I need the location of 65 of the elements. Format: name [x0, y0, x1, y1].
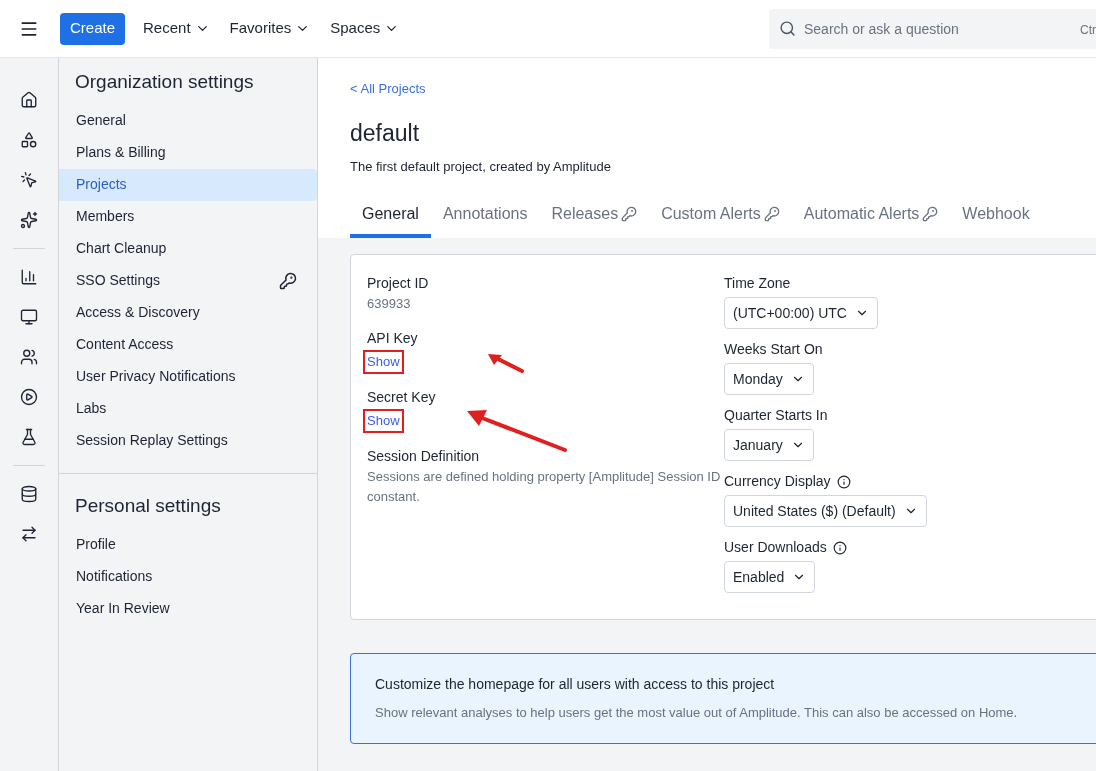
sparkles-icon[interactable]: [20, 211, 38, 229]
project-description: The first default project, created by Amplitude: [350, 157, 612, 176]
sidebar-item[interactable]: Labs: [59, 392, 317, 425]
dropdown[interactable]: Enabled: [724, 561, 816, 593]
nav-menu[interactable]: Favorites: [229, 17, 311, 40]
tab[interactable]: Releases: [539, 194, 650, 238]
shapes-icon[interactable]: [20, 131, 38, 149]
pointer-click-icon[interactable]: [20, 171, 38, 189]
sidebar-item[interactable]: Chart Cleanup: [59, 232, 317, 265]
monitor-icon[interactable]: [20, 308, 38, 326]
field-label: Quarter Starts In: [724, 406, 828, 425]
dropdown[interactable]: (UTC+00:00) UTC: [724, 297, 878, 329]
field-label: Time Zone: [724, 274, 791, 293]
tab[interactable]: Annotations: [430, 194, 540, 238]
sidebar-item[interactable]: Session Replay Settings: [59, 424, 317, 457]
field-label: Secret Key: [367, 388, 437, 407]
field-label: Project ID: [367, 274, 430, 293]
nav-menu[interactable]: Spaces: [330, 17, 400, 40]
users-icon[interactable]: [20, 348, 38, 366]
tab[interactable]: General: [350, 194, 431, 238]
field-label: Weeks Start On: [724, 340, 823, 359]
field-value: 639933: [367, 295, 412, 313]
sidebar-item[interactable]: User Privacy Notifications: [59, 360, 317, 393]
project-title: default: [350, 119, 421, 148]
field-label: User Downloads: [724, 538, 827, 557]
search-icon: [779, 19, 796, 37]
flask-icon[interactable]: [20, 428, 38, 446]
dropdown[interactable]: United States ($) (Default): [724, 495, 927, 527]
show-link[interactable]: Show: [365, 411, 402, 431]
tab[interactable]: Webhook: [950, 194, 1042, 238]
show-link[interactable]: Show: [365, 352, 402, 372]
sidebar-item[interactable]: SSO Settings: [59, 264, 317, 297]
annotation-arrow: [486, 353, 526, 375]
shortcut-hint: Ctr: [1080, 21, 1096, 39]
info-icon[interactable]: [832, 540, 847, 555]
field-label: API Key: [367, 329, 419, 348]
nav-menu[interactable]: Recent: [143, 17, 210, 40]
field-value: Sessions are defined holding property [Amplitude] Session ID constant.: [367, 468, 722, 506]
back-link[interactable]: < All Projects: [350, 81, 426, 96]
tab[interactable]: Automatic Alerts: [791, 194, 951, 238]
sidebar-item[interactable]: Members: [59, 200, 317, 233]
section-title: Organization settings: [74, 70, 255, 94]
sidebar-item[interactable]: Access & Discovery: [59, 296, 317, 329]
dropdown[interactable]: January: [724, 429, 814, 461]
sidebar-item[interactable]: Notifications: [59, 560, 317, 592]
sidebar-item[interactable]: Plans & Billing: [59, 136, 317, 169]
sidebar-item[interactable]: Content Access: [59, 328, 317, 361]
tab[interactable]: Custom Alerts: [649, 194, 792, 238]
sidebar-item[interactable]: General: [59, 104, 317, 137]
sidebar-item[interactable]: Projects: [59, 168, 317, 201]
dropdown[interactable]: Monday: [724, 363, 814, 395]
swap-arrows-icon[interactable]: [20, 525, 38, 543]
play-circle-icon[interactable]: [20, 388, 38, 406]
banner-title: Customize the homepage for all users with access to this project: [375, 675, 776, 694]
bar-chart-icon[interactable]: [20, 268, 38, 286]
database-icon[interactable]: [20, 485, 38, 503]
field-label: Session Definition: [367, 447, 481, 466]
create-button[interactable]: Create: [60, 12, 126, 45]
section-title: Personal settings: [74, 493, 222, 518]
home-icon[interactable]: [20, 91, 38, 109]
sidebar-item[interactable]: Profile: [59, 528, 317, 560]
field-label: Currency Display: [724, 472, 831, 491]
info-icon[interactable]: [836, 474, 851, 489]
banner-text: Show relevant analyses to help users get the most value out of Amplitude. This can also be accessed on Home.: [375, 704, 1019, 722]
sidebar-item[interactable]: Year In Review: [59, 592, 317, 624]
